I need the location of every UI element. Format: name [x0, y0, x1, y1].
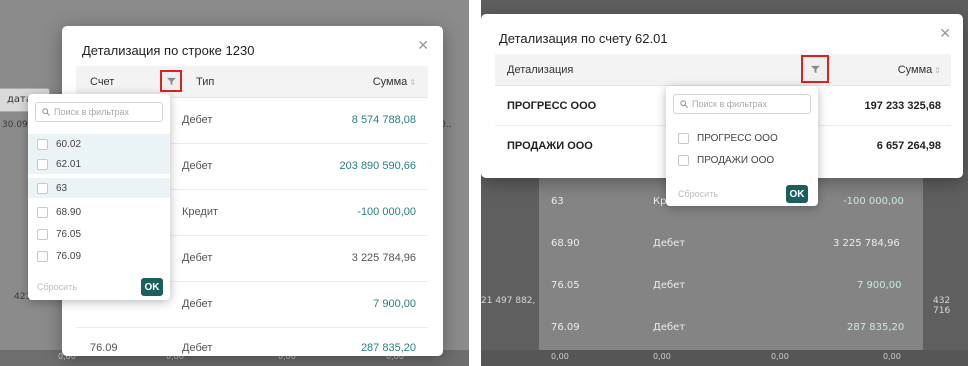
filter-option[interactable]: 63: [28, 178, 170, 198]
ok-button[interactable]: OK: [141, 278, 163, 296]
filter-option[interactable]: 76.09: [28, 246, 170, 266]
checkbox[interactable]: [37, 182, 48, 194]
cell-name: ПРОГРЕСС ООО: [507, 100, 597, 112]
column-header-amount-label: Сумма: [897, 64, 933, 76]
filter-option-label: ПРОДАЖИ ООО: [697, 154, 775, 166]
search-icon: [680, 100, 688, 108]
cell-amount: 7 900,00: [373, 298, 416, 310]
background-cell: 3 225 784,96: [833, 238, 900, 249]
left-screenshot: датами 30.09. 0.. 421 0,00 0,00 0,00 0,0…: [0, 0, 469, 366]
filter-dropdown: ПРОГРЕСС ООО ПРОДАЖИ ООО Сбросить OK: [666, 86, 818, 206]
cell-type: Кредит: [182, 206, 219, 218]
filter-icon[interactable]: [801, 55, 829, 83]
checkbox[interactable]: [678, 154, 689, 166]
right-screenshot: 63 Кр -100 000,00 68.90 Дебет 3 225 784,…: [481, 0, 968, 366]
cell-type: Дебет: [182, 342, 213, 354]
checkbox[interactable]: [37, 206, 48, 218]
cell-amount: 3 225 784,96: [351, 252, 416, 264]
column-header-account: Счет: [90, 76, 115, 88]
cell-amount: 197 233 325,68: [864, 100, 941, 112]
background-text: 21 497 882,: [481, 296, 536, 306]
checkbox[interactable]: [37, 250, 48, 262]
cell-type: Дебет: [182, 160, 213, 172]
filter-option-label: 62.01: [56, 158, 82, 170]
background-cell: 7 900,00: [857, 280, 902, 291]
filter-dropdown: 60.02 62.01 63 68.90 76.05 76.09 Сбросит…: [28, 94, 170, 300]
cell-type: Дебет: [182, 114, 213, 126]
modal-title: Детализация по счету 62.01: [499, 31, 668, 46]
column-header-amount-label: Сумма: [372, 76, 408, 88]
cell-amount: 287 835,20: [360, 342, 416, 354]
background-value: 0,00: [551, 352, 569, 361]
filter-option[interactable]: 76.05: [28, 224, 170, 244]
checkbox[interactable]: [37, 158, 48, 170]
table-row[interactable]: 76.09 Дебет 287 835,20: [76, 328, 428, 356]
sort-icon[interactable]: ⇕: [409, 78, 416, 87]
filter-option-label: 76.09: [56, 250, 82, 262]
background-footer: 0,00 0,00 0,00 0,00: [481, 350, 968, 366]
background-cell: Дебет: [653, 322, 686, 333]
checkbox[interactable]: [678, 132, 689, 144]
cell-account: 76.09: [90, 342, 118, 354]
search-icon: [42, 108, 50, 116]
background-cell: -100 000,00: [843, 196, 904, 207]
background-cell: Дебет: [653, 238, 686, 249]
cell-amount: 6 657 264,98: [876, 140, 941, 152]
close-icon[interactable]: ✕: [939, 26, 951, 42]
background-cell: 63: [551, 196, 564, 207]
cell-amount: 8 574 788,08: [351, 114, 416, 126]
filter-option[interactable]: ПРОГРЕСС ООО: [678, 128, 778, 148]
cell-amount: -100 000,00: [357, 206, 416, 218]
checkbox[interactable]: [37, 228, 48, 240]
filter-search[interactable]: [35, 102, 163, 122]
filter-search[interactable]: [673, 94, 811, 114]
reset-button[interactable]: Сбросить: [678, 189, 718, 199]
filter-option-label: ПРОГРЕСС ООО: [697, 132, 778, 144]
checkbox[interactable]: [37, 138, 48, 150]
column-header-type: Тип: [196, 76, 215, 88]
cell-name: ПРОДАЖИ ООО: [507, 140, 593, 152]
background-value: 0,00: [653, 352, 671, 361]
close-icon[interactable]: ✕: [417, 38, 429, 54]
table-header: Детализация Сумма ⇕: [495, 54, 951, 86]
background-cell: 68.90: [551, 238, 580, 249]
background-value: 0,00: [771, 352, 789, 361]
filter-search-input[interactable]: [54, 107, 154, 117]
filter-option-label: 63: [56, 182, 68, 194]
background-cell: 287 835,20: [847, 322, 905, 333]
filter-search-input[interactable]: [692, 99, 792, 109]
filter-option[interactable]: 60.02: [28, 134, 170, 154]
filter-icon[interactable]: [160, 70, 182, 92]
column-header-amount[interactable]: Сумма ⇕: [898, 64, 941, 76]
background-cell: Кр: [653, 196, 667, 207]
background-cell: 76.09: [551, 322, 580, 333]
background-cell: 76.05: [551, 280, 580, 291]
ok-button[interactable]: OK: [786, 185, 808, 203]
sort-icon[interactable]: ⇕: [934, 66, 941, 75]
background-text: 432 716: [933, 296, 951, 316]
cell-type: Дебет: [182, 298, 213, 310]
cell-type: Дебет: [182, 252, 213, 264]
filter-option-label: 76.05: [56, 228, 82, 240]
filter-option-label: 68.90: [56, 206, 82, 218]
filter-option-label: 60.02: [56, 138, 82, 150]
filter-option[interactable]: ПРОДАЖИ ООО: [678, 150, 774, 170]
background-value: 0,00: [883, 352, 901, 361]
background-text: 30.09.: [2, 120, 31, 130]
cell-amount: 203 890 590,66: [339, 160, 416, 172]
column-header-amount[interactable]: Сумма ⇕: [373, 76, 416, 88]
reset-button[interactable]: Сбросить: [37, 282, 77, 292]
modal-title: Детализация по строке 1230: [82, 43, 255, 58]
column-header-detail: Детализация: [507, 64, 574, 76]
background-cell: Дебет: [653, 280, 686, 291]
filter-option[interactable]: 68.90: [28, 202, 170, 222]
filter-option[interactable]: 62.01: [28, 154, 170, 174]
